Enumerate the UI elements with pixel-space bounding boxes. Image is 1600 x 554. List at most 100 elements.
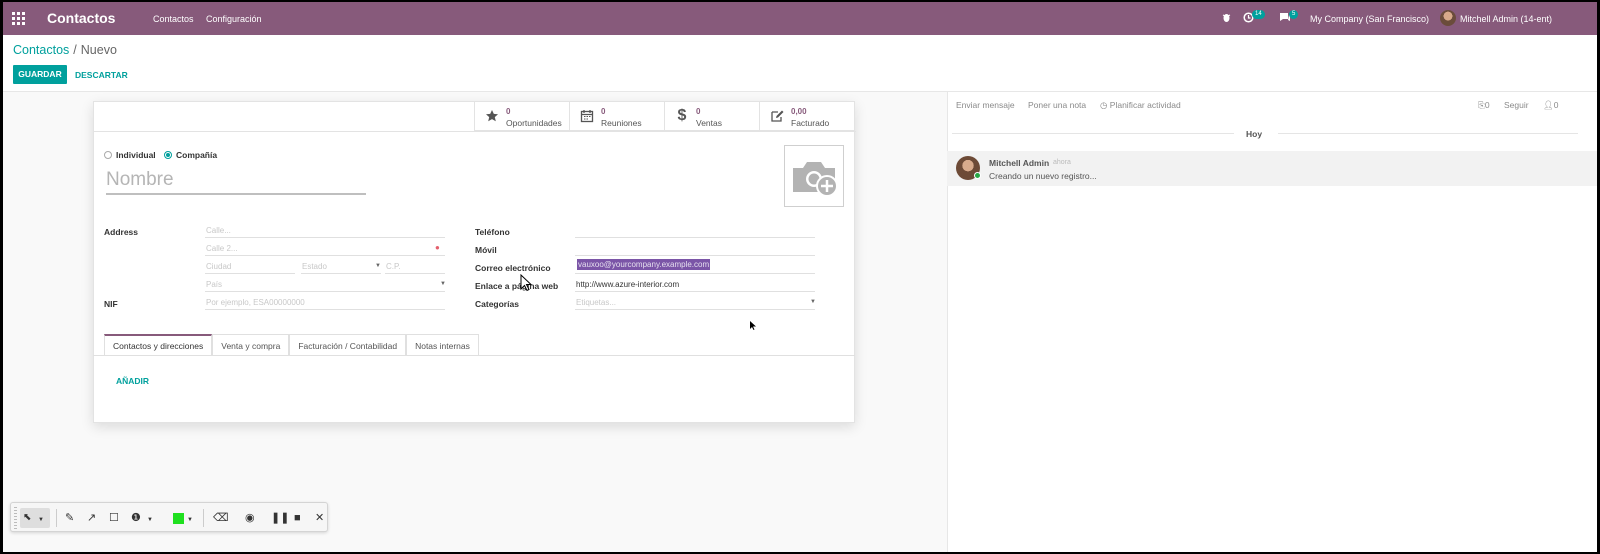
message-author[interactable]: Mitchell Admin bbox=[989, 158, 1049, 168]
app-brand[interactable]: Contactos bbox=[47, 10, 115, 26]
message-body: Creando un nuevo registro... bbox=[989, 171, 1097, 181]
toolbar-divider bbox=[203, 509, 204, 527]
arrow-icon[interactable]: ↗ bbox=[87, 511, 96, 525]
breadcrumb-current: Nuevo bbox=[80, 43, 117, 57]
marker-icon[interactable]: ❶ bbox=[131, 511, 141, 525]
stat-label: Ventas bbox=[696, 118, 722, 128]
mouse-cursor-icon bbox=[520, 274, 532, 292]
city-field[interactable] bbox=[205, 260, 295, 274]
close-icon[interactable]: ✕ bbox=[315, 511, 324, 525]
opportunities-stat-button[interactable]: 0 Oportunidades bbox=[474, 102, 569, 131]
zip-field[interactable] bbox=[385, 260, 445, 274]
date-divider-right bbox=[1278, 133, 1578, 134]
breadcrumb: Contactos / Nuevo bbox=[13, 43, 117, 57]
rectangle-icon[interactable]: ☐ bbox=[109, 511, 119, 525]
webcam-icon[interactable]: ◉ bbox=[245, 511, 255, 525]
send-message-button[interactable]: Enviar mensaje bbox=[956, 100, 1015, 110]
radio-company[interactable]: Compañía bbox=[164, 150, 217, 160]
radio-on-icon bbox=[164, 151, 172, 159]
street2-field[interactable] bbox=[205, 242, 445, 256]
paperclip-icon: ⎘ bbox=[1478, 100, 1485, 110]
user-menu[interactable]: Mitchell Admin (14-ent) bbox=[1460, 14, 1552, 24]
chevron-down-icon[interactable]: ▼ bbox=[187, 513, 193, 527]
sales-stat-button[interactable]: $ 0 Ventas bbox=[664, 102, 759, 131]
required-marker-icon: ● bbox=[435, 243, 440, 252]
message-time: ahora bbox=[1053, 159, 1071, 166]
email-selected-text: vauxoo@yourcompany.example.com bbox=[577, 259, 711, 270]
phone-field[interactable] bbox=[575, 224, 815, 238]
chevron-down-icon: ▼ bbox=[38, 517, 44, 523]
stat-value: 0 bbox=[601, 107, 606, 116]
calendar-icon bbox=[580, 109, 594, 123]
radio-off-icon bbox=[104, 151, 112, 159]
user-icon: 👤︎ bbox=[1543, 100, 1554, 110]
notebook-tabs: Contactos y direcciones Venta y compra F… bbox=[104, 334, 479, 356]
state-field[interactable] bbox=[301, 260, 381, 274]
radio-individual[interactable]: Individual bbox=[104, 150, 156, 160]
pause-icon[interactable]: ❚❚ bbox=[271, 511, 289, 525]
chatter-message: Mitchell Admin ahora Creando un nuevo re… bbox=[947, 151, 1597, 186]
menu-contactos[interactable]: Contactos bbox=[153, 14, 194, 24]
stat-label: Reuniones bbox=[601, 118, 642, 128]
messages-count-badge: 5 bbox=[1289, 10, 1299, 19]
breadcrumb-parent[interactable]: Contactos bbox=[13, 43, 69, 57]
stat-label: Oportunidades bbox=[506, 118, 562, 128]
clock-icon: ◷ bbox=[1100, 100, 1108, 110]
country-field[interactable] bbox=[205, 278, 445, 292]
follow-button[interactable]: Seguir bbox=[1504, 100, 1529, 110]
drag-handle-icon[interactable] bbox=[14, 507, 17, 529]
radio-individual-label: Individual bbox=[116, 150, 156, 160]
categories-label: Categorías bbox=[475, 299, 519, 309]
categories-dropdown-icon[interactable]: ▼ bbox=[810, 299, 816, 305]
nif-field[interactable] bbox=[205, 296, 445, 310]
button-box-divider bbox=[94, 131, 856, 132]
tab-sales-purchase[interactable]: Venta y compra bbox=[212, 334, 290, 356]
screen-recorder-toolbar: ⬉ ▼ ✎ ↗ ☐ ❶ ▼ ▼ ⌫ ◉ ❚❚ ■ ✕ bbox=[10, 502, 328, 532]
schedule-activity-label: Planificar actividad bbox=[1109, 100, 1181, 110]
bug-icon[interactable] bbox=[1222, 12, 1231, 25]
website-field[interactable] bbox=[575, 278, 815, 292]
add-contact-link[interactable]: AÑADIR bbox=[116, 376, 149, 386]
invoiced-stat-button[interactable]: 0,00 Facturado bbox=[759, 102, 854, 131]
online-status-icon bbox=[974, 172, 981, 179]
date-separator: Hoy bbox=[1246, 129, 1263, 139]
website-label: Enlace a página web bbox=[475, 281, 559, 291]
image-upload[interactable] bbox=[784, 145, 844, 207]
street-field[interactable] bbox=[205, 224, 445, 238]
attachments-button[interactable]: ⎘0 bbox=[1478, 100, 1490, 111]
user-avatar[interactable] bbox=[1440, 10, 1456, 26]
color-swatch[interactable] bbox=[173, 513, 184, 524]
top-navbar: Contactos Contactos Configuración 14 5 M… bbox=[3, 2, 1597, 35]
menu-configuracion[interactable]: Configuración bbox=[206, 14, 262, 24]
pen-icon[interactable]: ✎ bbox=[65, 511, 74, 525]
categories-field[interactable] bbox=[575, 296, 815, 310]
log-note-button[interactable]: Poner una nota bbox=[1028, 100, 1086, 110]
stat-value: 0 bbox=[696, 107, 701, 116]
edit-icon bbox=[770, 109, 784, 123]
name-field[interactable] bbox=[106, 166, 366, 195]
discard-button[interactable]: DESCARTAR bbox=[75, 70, 128, 80]
stat-value: 0,00 bbox=[791, 107, 807, 116]
star-icon bbox=[485, 109, 499, 123]
tabs-divider bbox=[93, 355, 855, 356]
stat-label: Facturado bbox=[791, 118, 830, 128]
followers-button[interactable]: 👤︎0 bbox=[1543, 100, 1559, 111]
schedule-activity-button[interactable]: ◷ Planificar actividad bbox=[1100, 100, 1181, 111]
app-window: Contactos Contactos Configuración 14 5 M… bbox=[3, 2, 1597, 552]
stop-icon[interactable]: ■ bbox=[294, 511, 301, 525]
dollar-icon: $ bbox=[677, 107, 687, 124]
country-dropdown-icon[interactable]: ▼ bbox=[440, 281, 446, 287]
apps-menu-icon[interactable] bbox=[12, 12, 25, 25]
eraser-icon[interactable]: ⌫ bbox=[213, 511, 229, 525]
breadcrumb-separator: / bbox=[73, 43, 77, 57]
meetings-stat-button[interactable]: 0 Reuniones bbox=[569, 102, 664, 131]
tab-contacts-addresses[interactable]: Contactos y direcciones bbox=[104, 334, 213, 356]
tab-internal-notes[interactable]: Notas internas bbox=[406, 334, 479, 356]
chevron-down-icon[interactable]: ▼ bbox=[147, 513, 153, 527]
mouse-cursor-icon bbox=[750, 321, 756, 330]
mobile-field[interactable] bbox=[575, 242, 815, 256]
state-dropdown-icon[interactable]: ▼ bbox=[375, 263, 381, 269]
tab-accounting[interactable]: Facturación / Contabilidad bbox=[289, 334, 407, 356]
company-switcher[interactable]: My Company (San Francisco) bbox=[1310, 14, 1429, 24]
save-button[interactable]: GUARDAR bbox=[13, 65, 67, 84]
